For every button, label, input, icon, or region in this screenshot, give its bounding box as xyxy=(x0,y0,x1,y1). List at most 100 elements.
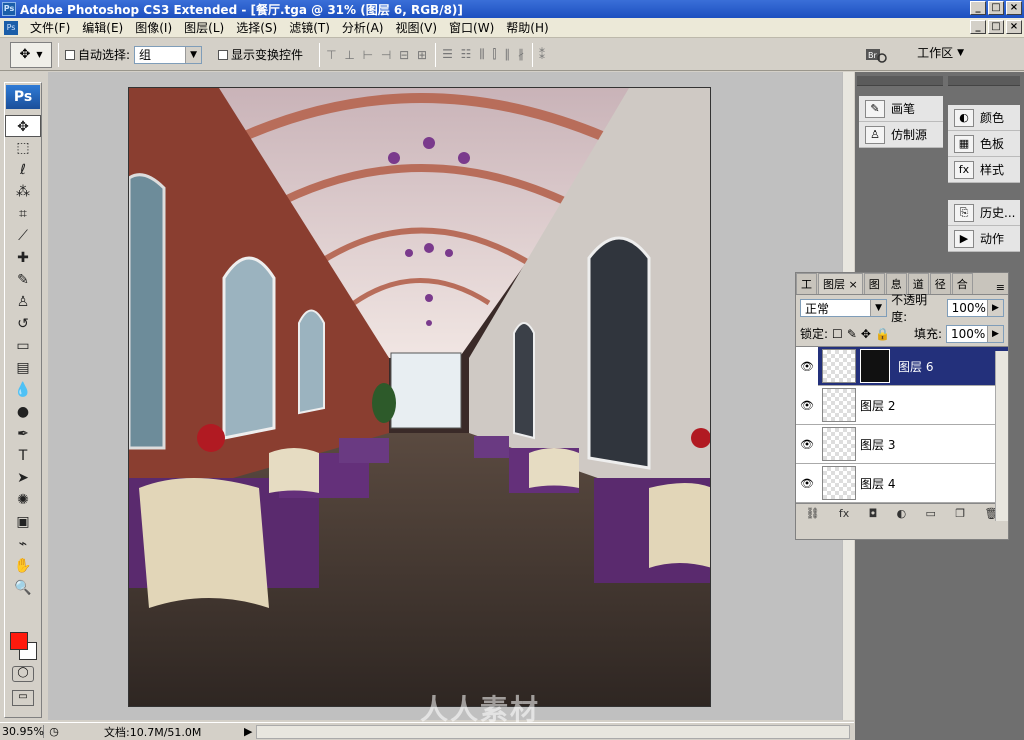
menu-window[interactable]: 窗口(W) xyxy=(443,19,500,36)
minimize-button[interactable]: _ xyxy=(970,1,986,15)
tool-preset-picker[interactable]: ✥ ▼ xyxy=(10,41,52,68)
layer-row[interactable]: 👁 图层 6 xyxy=(796,346,1008,386)
maximize-button[interactable]: □ xyxy=(988,1,1004,15)
add-mask-icon[interactable]: ◘ xyxy=(869,507,878,520)
eyedropper-icon[interactable]: ⌁ xyxy=(5,533,41,555)
layer-row[interactable]: 👁 图层 4 xyxy=(796,464,1008,503)
clock-icon: ◷ xyxy=(49,725,59,738)
lock-all-icon[interactable]: 🔒 xyxy=(875,327,890,341)
dock-header-left[interactable] xyxy=(857,76,943,86)
zoom-icon[interactable]: 🔍 xyxy=(5,577,41,599)
move-tool-icon[interactable]: ✥ xyxy=(5,115,41,137)
align-buttons[interactable]: ⊤ ⊥ ⊢ ⊣ ⊟ ⊞ xyxy=(326,48,429,62)
menu-edit[interactable]: 编辑(E) xyxy=(76,19,129,36)
workspace-menu[interactable]: 工作区 ▼ xyxy=(917,44,964,61)
doc-minimize-button[interactable]: _ xyxy=(970,20,986,34)
layer-row[interactable]: 👁 图层 3 xyxy=(796,425,1008,464)
menu-select[interactable]: 选择(S) xyxy=(230,19,283,36)
blend-mode-dropdown[interactable]: 正常 ▼ xyxy=(800,299,888,317)
brush-panel-button[interactable]: ✎ 画笔 xyxy=(859,96,943,122)
eye-icon[interactable]: 👁 xyxy=(796,438,818,451)
tab-combine[interactable]: 合 xyxy=(951,273,973,294)
panel-menu-icon[interactable]: ≡ xyxy=(993,281,1008,294)
layer-row[interactable]: 👁 图层 2 xyxy=(796,386,1008,425)
swatches-panel-button[interactable]: ▦ 色板 xyxy=(948,131,1020,157)
menu-analysis[interactable]: 分析(A) xyxy=(336,19,390,36)
menu-help[interactable]: 帮助(H) xyxy=(500,19,554,36)
menu-filter[interactable]: 滤镜(T) xyxy=(283,19,336,36)
auto-align-button[interactable]: ⁑ xyxy=(539,48,547,62)
dodge-icon[interactable]: ● xyxy=(5,401,41,423)
gradient-icon[interactable]: ▤ xyxy=(5,357,41,379)
path-select-icon[interactable]: ➤ xyxy=(5,467,41,489)
horizontal-scrollbar[interactable] xyxy=(256,724,850,739)
layers-footer: ⛓ fx ◘ ◐ ▭ ❐ 🗑 xyxy=(796,503,1008,523)
blur-icon[interactable]: 💧 xyxy=(5,379,41,401)
slice-icon[interactable]: ⟋ xyxy=(5,225,41,247)
tab-layers[interactable]: 图层 × xyxy=(818,273,863,294)
eraser-icon[interactable]: ▭ xyxy=(5,335,41,357)
pen-icon[interactable]: ✒ xyxy=(5,423,41,445)
layer-thumbnail xyxy=(822,427,856,461)
eye-icon[interactable]: 👁 xyxy=(796,477,818,490)
lock-position-icon[interactable]: ✥ xyxy=(861,327,871,341)
fx-icon[interactable]: fx xyxy=(839,507,849,520)
chevron-down-icon: ▼ xyxy=(36,50,43,59)
color-panel-button[interactable]: ◐ 颜色 xyxy=(948,105,1020,131)
adjustment-icon[interactable]: ◐ xyxy=(897,507,907,520)
brush-icon[interactable]: ✎ xyxy=(5,269,41,291)
layers-scrollbar[interactable] xyxy=(995,351,1008,521)
show-transform-checkbox[interactable]: 显示变换控件 xyxy=(218,46,303,63)
ps-logo: Ps xyxy=(6,85,40,109)
stamp-icon[interactable]: ♙ xyxy=(5,291,41,313)
bridge-icon[interactable]: Br xyxy=(858,40,894,70)
new-layer-icon[interactable]: ❐ xyxy=(955,507,965,520)
lock-label: 锁定: xyxy=(800,327,829,341)
doc-restore-button[interactable]: □ xyxy=(988,20,1004,34)
menu-layer[interactable]: 图层(L) xyxy=(178,19,230,36)
screen-mode-icon[interactable]: ▭ xyxy=(12,690,34,706)
actions-panel-button[interactable]: ▶ 动作 xyxy=(948,226,1020,252)
notes-icon[interactable]: ▣ xyxy=(5,511,41,533)
shape-icon[interactable]: ✺ xyxy=(5,489,41,511)
styles-panel-button[interactable]: fx 样式 xyxy=(948,157,1020,183)
link-icon[interactable]: ⛓ xyxy=(806,507,820,520)
eye-icon[interactable]: 👁 xyxy=(796,346,818,386)
foreground-color-swatch[interactable] xyxy=(10,632,28,650)
hand-icon[interactable]: ✋ xyxy=(5,555,41,577)
type-icon[interactable]: T xyxy=(5,445,41,467)
history-panel-button[interactable]: ⎘ 历史... xyxy=(948,200,1020,226)
close-button[interactable]: × xyxy=(1006,1,1022,15)
lock-pixels-icon[interactable]: ✎ xyxy=(847,327,857,341)
menu-file[interactable]: 文件(F) xyxy=(24,19,76,36)
marquee-icon[interactable]: ⬚ xyxy=(5,137,41,159)
clone-source-panel-button[interactable]: ♙ 仿制源 xyxy=(859,122,943,148)
new-group-icon[interactable]: ▭ xyxy=(926,507,936,520)
magic-wand-icon[interactable]: ⁂ xyxy=(5,181,41,203)
document-icon[interactable]: Ps xyxy=(4,20,18,35)
quick-mask-icon[interactable]: ◯ xyxy=(12,666,34,682)
zoom-level[interactable]: 30.95% xyxy=(0,725,44,738)
status-menu-arrow-icon[interactable]: ▶ xyxy=(244,725,252,738)
menu-image[interactable]: 图像(I) xyxy=(129,19,178,36)
auto-select-dropdown[interactable]: 组 ▼ xyxy=(134,45,203,64)
healing-icon[interactable]: ✚ xyxy=(5,247,41,269)
tab-tools[interactable]: 工 xyxy=(796,273,817,294)
lasso-icon[interactable]: ℓ xyxy=(5,159,41,181)
layer-mask-thumbnail[interactable] xyxy=(860,349,890,383)
chevron-down-icon: ▼ xyxy=(870,300,887,316)
fill-field[interactable]: 100% ▶ xyxy=(946,324,1004,343)
doc-close-button[interactable]: × xyxy=(1006,20,1022,34)
play-icon: ▶ xyxy=(954,229,974,248)
document-canvas[interactable] xyxy=(128,87,711,707)
crop-icon[interactable]: ⌗ xyxy=(5,203,41,225)
dock-header-right[interactable] xyxy=(948,76,1020,86)
menu-view[interactable]: 视图(V) xyxy=(389,19,443,36)
lock-transparency-icon[interactable]: ☐ xyxy=(832,327,843,341)
opacity-field[interactable]: 100% ▶ xyxy=(946,299,1004,317)
tab-2[interactable]: 图 xyxy=(863,273,885,294)
auto-select-checkbox[interactable]: 自动选择: xyxy=(65,46,130,63)
eye-icon[interactable]: 👁 xyxy=(796,399,818,412)
history-brush-icon[interactable]: ↺ xyxy=(5,313,41,335)
distribute-buttons[interactable]: ☰ ☷ ⫼ ⫿ ∥ ∦ xyxy=(442,47,526,62)
